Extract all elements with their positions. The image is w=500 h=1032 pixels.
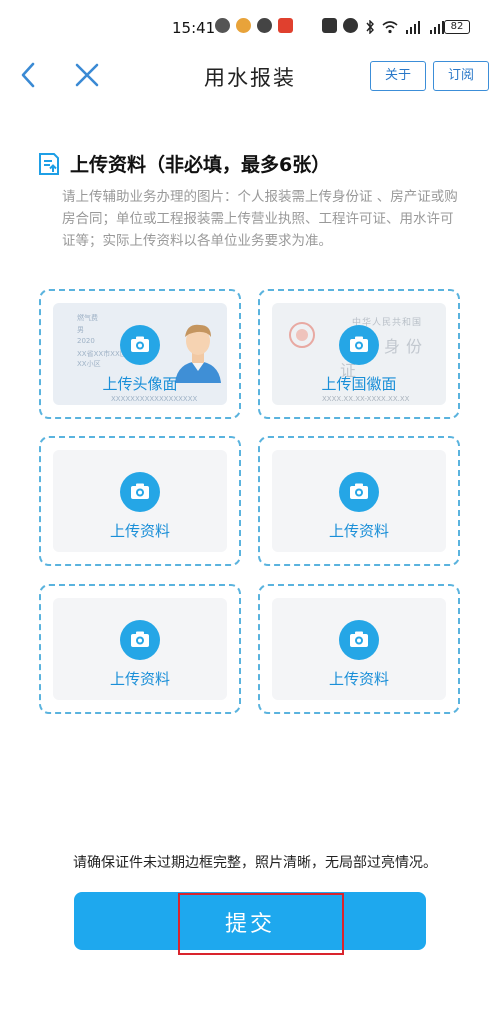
status-right-icons xyxy=(322,18,446,35)
upload-slot-label: 上传头像面 xyxy=(102,375,178,393)
id-front-row-3: 2020 xyxy=(77,337,95,345)
document-upload-icon xyxy=(39,152,59,175)
camera-icon xyxy=(339,472,379,512)
upload-description: 请上传辅助业务办理的图片：个人报装需上传身份证 、房产证或购房合同；单位或工程报… xyxy=(62,189,458,249)
photo-requirements-notice: 请确保证件未过期边框完整，照片清晰，无局部过亮情况。 xyxy=(73,855,437,871)
signal-5g-icon xyxy=(404,19,422,34)
id-front-row-1: 燃气费 xyxy=(77,314,98,322)
battery-icon: 82 xyxy=(444,20,470,34)
camera-icon xyxy=(120,325,160,365)
chevron-left-icon xyxy=(21,62,35,88)
bluetooth-icon xyxy=(364,18,376,35)
upload-slot-doc-2[interactable]: 上传资料 xyxy=(258,436,460,566)
upload-slot-label: 上传国徽面 xyxy=(321,375,397,393)
status-bar: 15:41 82 xyxy=(0,0,500,52)
nfc-icon xyxy=(322,18,337,33)
upload-slot-doc-1[interactable]: 上传资料 xyxy=(39,436,241,566)
nav-bar: 用水报装 关于 订阅 xyxy=(0,52,500,102)
national-emblem-icon xyxy=(289,322,315,348)
camera-icon xyxy=(339,620,379,660)
chat-bubble-icon xyxy=(257,18,272,33)
page-title: 用水报装 xyxy=(204,66,296,90)
weibo-icon xyxy=(236,18,251,33)
status-left-icons xyxy=(215,18,293,33)
red-app-icon xyxy=(278,18,293,33)
id-front-row-5: XX小区 xyxy=(77,360,101,368)
camera-icon xyxy=(339,325,379,365)
upload-slot-id-back[interactable]: 中华人民共和国 居民身份证 XXXX.XX.XX-XXXX.XX.XX 上传国徽… xyxy=(258,289,460,419)
upload-slot-label: 上传资料 xyxy=(328,522,389,540)
id-back-validity: XXXX.XX.XX-XXXX.XX.XX xyxy=(322,395,410,403)
upload-section-header: 上传资料（非必填，最多6张） xyxy=(38,150,330,177)
upload-slot-doc-4[interactable]: 上传资料 xyxy=(258,584,460,714)
close-icon xyxy=(75,63,99,87)
heart-app-icon xyxy=(215,18,230,33)
id-front-row-2: 男 xyxy=(77,326,84,334)
upload-section-title: 上传资料（非必填，最多6张） xyxy=(70,154,331,176)
back-button[interactable] xyxy=(14,58,44,92)
status-time: 15:41 xyxy=(172,19,216,37)
upload-slot-label: 上传资料 xyxy=(109,522,170,540)
camera-icon xyxy=(120,472,160,512)
subscribe-button[interactable]: 订阅 xyxy=(433,61,489,91)
upload-slot-label: 上传资料 xyxy=(328,670,389,688)
alarm-icon xyxy=(343,18,358,33)
camera-icon xyxy=(120,620,160,660)
upload-slot-label: 上传资料 xyxy=(109,670,170,688)
upload-slot-doc-3[interactable]: 上传资料 xyxy=(39,584,241,714)
id-front-number: XXXXXXXXXXXXXXXXXX xyxy=(111,395,198,403)
submit-label: 提交 xyxy=(224,912,275,937)
close-button[interactable] xyxy=(70,58,104,92)
upload-slot-id-front[interactable]: 燃气费 男 2020 XX省XX市XX区XX街 XX小区 XXXXXXXXXXX… xyxy=(39,289,241,419)
about-button[interactable]: 关于 xyxy=(370,61,426,91)
submit-button[interactable]: 提交 xyxy=(74,892,426,950)
wifi-icon xyxy=(382,19,398,33)
